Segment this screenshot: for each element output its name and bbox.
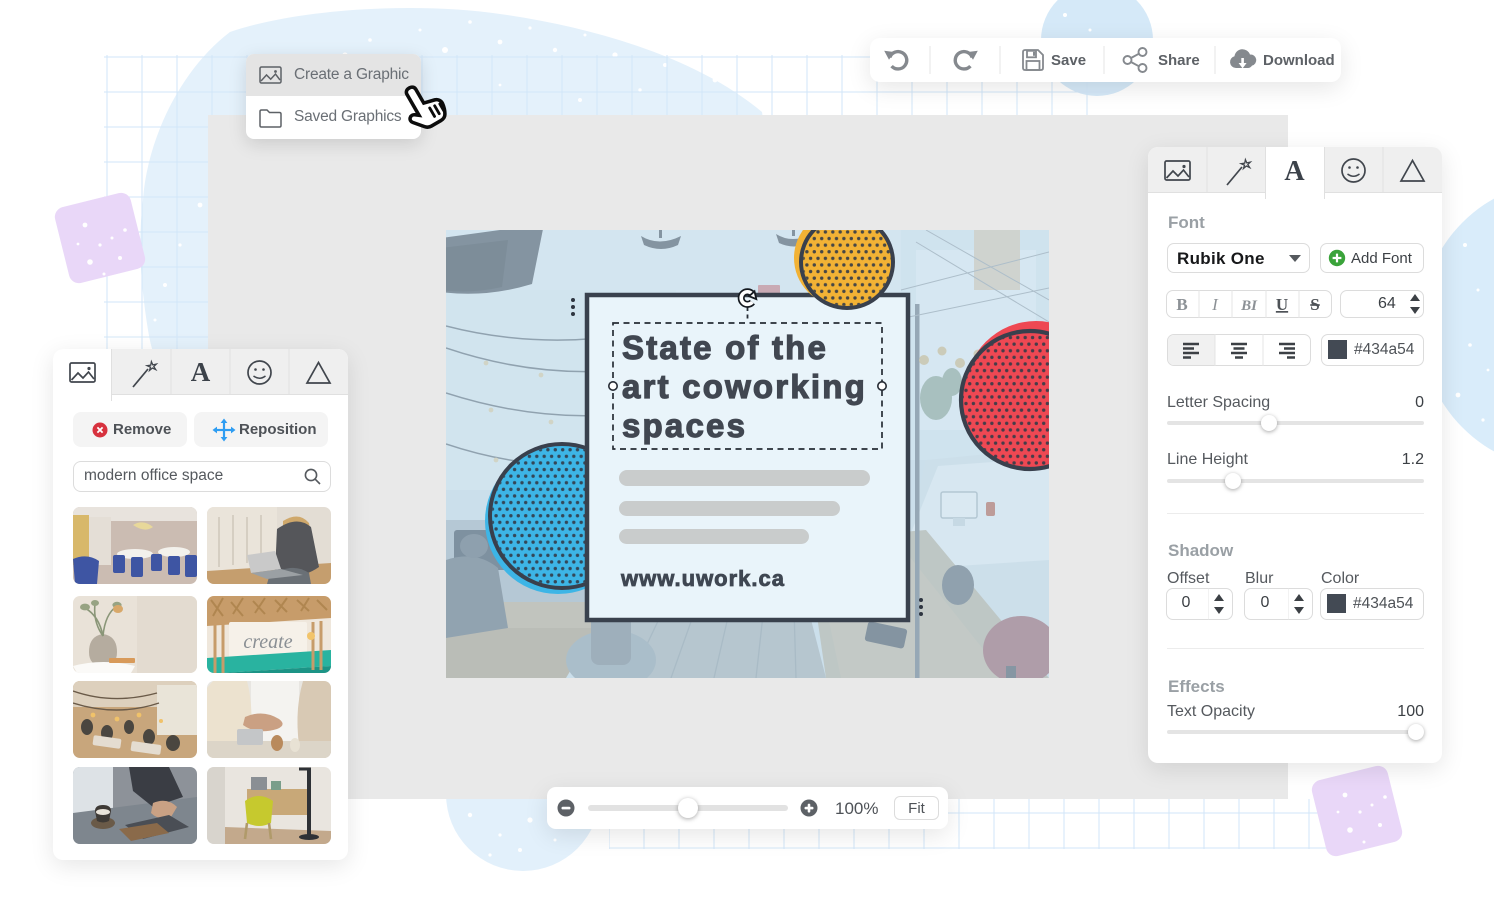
svg-text:B: B [1176,295,1187,314]
svg-text:U: U [1276,295,1288,314]
svg-text:BI: BI [1240,298,1258,314]
svg-text:A: A [1284,156,1305,187]
svg-text:create: create [243,631,292,653]
svg-text:I: I [1211,295,1219,314]
svg-text:S: S [1310,295,1319,314]
